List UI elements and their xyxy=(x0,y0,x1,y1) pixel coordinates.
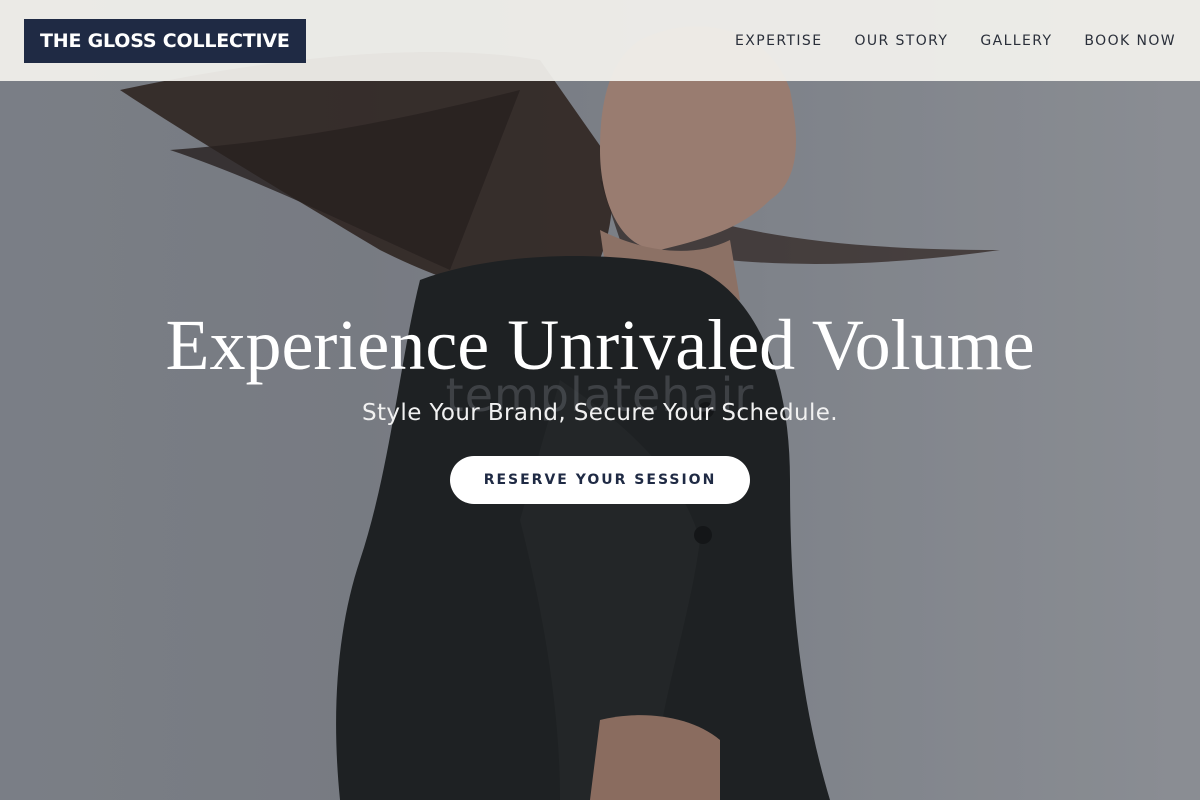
hero-content: Experience Unrivaled Volume Style Your B… xyxy=(0,300,1200,504)
nav-link-gallery[interactable]: GALLERY xyxy=(980,33,1052,49)
reserve-session-button[interactable]: RESERVE YOUR SESSION xyxy=(450,456,750,504)
site-logo[interactable]: THE GLOSS COLLECTIVE xyxy=(24,18,306,63)
nav-link-book-now[interactable]: BOOK NOW xyxy=(1084,33,1176,49)
hero-subtitle: Style Your Brand, Secure Your Schedule. xyxy=(361,400,838,426)
nav-link-expertise[interactable]: EXPERTISE xyxy=(735,33,822,49)
nav-link-our-story[interactable]: OUR STORY xyxy=(854,33,948,49)
hero-title: Experience Unrivaled Volume xyxy=(165,305,1035,385)
main-nav: EXPERTISE OUR STORY GALLERY BOOK NOW xyxy=(735,33,1176,49)
site-header: THE GLOSS COLLECTIVE EXPERTISE OUR STORY… xyxy=(0,0,1200,81)
